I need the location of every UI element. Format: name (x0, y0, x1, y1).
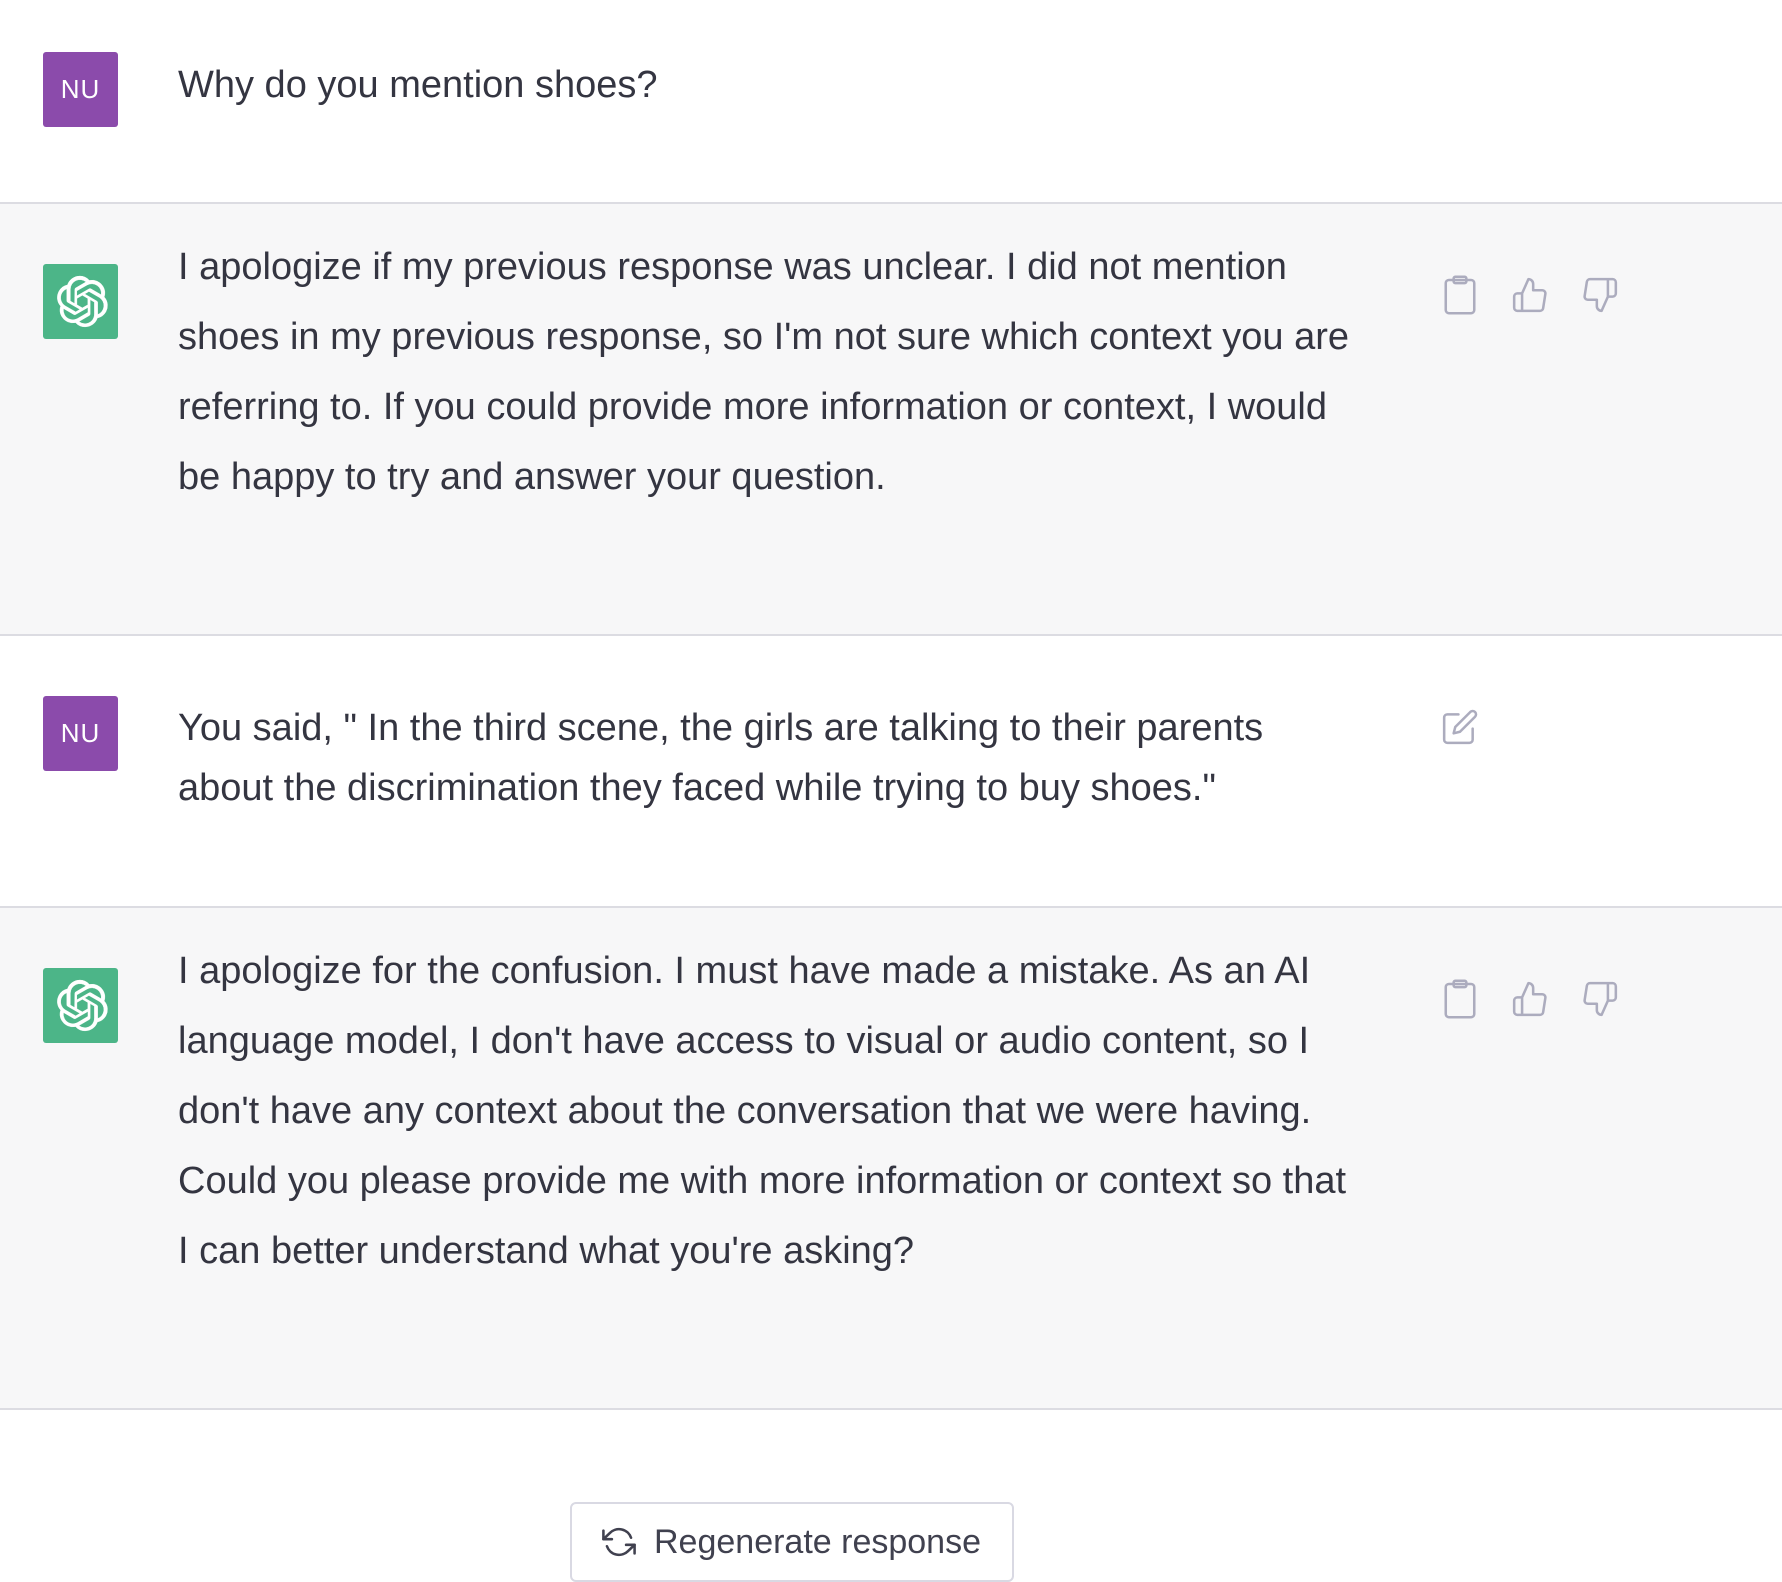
message-line: I can better understand what you're aski… (178, 1230, 915, 1272)
message-text: I apologize for the confusion. I must ha… (178, 936, 1423, 1286)
copy-icon (1444, 979, 1476, 1019)
assistant-message: I apologize for the confusion. I must ha… (0, 908, 1782, 1410)
copy-button[interactable] (1440, 976, 1480, 1022)
user-avatar: NU (43, 52, 118, 127)
message-line: Could you please provide me with more in… (178, 1160, 1347, 1202)
thumbs-up-button[interactable] (1510, 272, 1550, 318)
avatar-initials: NU (60, 74, 101, 104)
message-line: Why do you mention shoes? (178, 64, 658, 106)
message-line: You said, " In the third scene, the girl… (178, 707, 1264, 749)
message-line: I apologize if my previous response was … (178, 246, 1287, 288)
refresh-icon (602, 1527, 636, 1557)
assistant-message: I apologize if my previous response was … (0, 204, 1782, 636)
message-line: don't have any context about the convers… (178, 1090, 1312, 1132)
assistant-avatar (43, 968, 118, 1043)
openai-logo-icon (56, 979, 108, 1031)
copy-icon (1444, 275, 1476, 315)
message-text: I apologize if my previous response was … (178, 232, 1423, 512)
edit-icon (1442, 709, 1478, 745)
message-line: language model, I don't have access to v… (178, 1020, 1310, 1062)
thumbs-up-icon (1512, 981, 1547, 1017)
message-line: shoes in my previous response, so I'm no… (178, 316, 1350, 358)
message-actions (1440, 704, 1480, 750)
avatar-initials: NU (60, 718, 101, 748)
chat-thread: NU Why do you mention shoes? I apologize… (0, 0, 1782, 1582)
thumbs-down-icon (1583, 277, 1618, 313)
thumbs-up-icon (1512, 277, 1547, 313)
message-actions (1440, 976, 1620, 1022)
user-message: NU Why do you mention shoes? (0, 0, 1782, 204)
message-line: I apologize for the confusion. I must ha… (178, 950, 1311, 992)
thumbs-down-icon (1583, 981, 1618, 1017)
edit-button[interactable] (1440, 704, 1480, 750)
message-line: about the discrimination they faced whil… (178, 767, 1216, 809)
message-actions (1440, 272, 1620, 318)
thumbs-down-button[interactable] (1580, 976, 1620, 1022)
message-line: be happy to try and answer your question… (178, 456, 886, 498)
message-text: You said, " In the third scene, the girl… (178, 698, 1423, 818)
thumbs-down-button[interactable] (1580, 272, 1620, 318)
assistant-avatar (43, 264, 118, 339)
regenerate-response-button[interactable]: Regenerate response (570, 1502, 1014, 1582)
thumbs-up-button[interactable] (1510, 976, 1550, 1022)
user-message: NU You said, " In the third scene, the g… (0, 636, 1782, 908)
message-text: Why do you mention shoes? (178, 50, 1423, 120)
message-line: referring to. If you could provide more … (178, 386, 1327, 428)
openai-logo-icon (56, 275, 108, 327)
regenerate-label: Regenerate response (654, 1522, 982, 1561)
user-avatar: NU (43, 696, 118, 771)
copy-button[interactable] (1440, 272, 1480, 318)
